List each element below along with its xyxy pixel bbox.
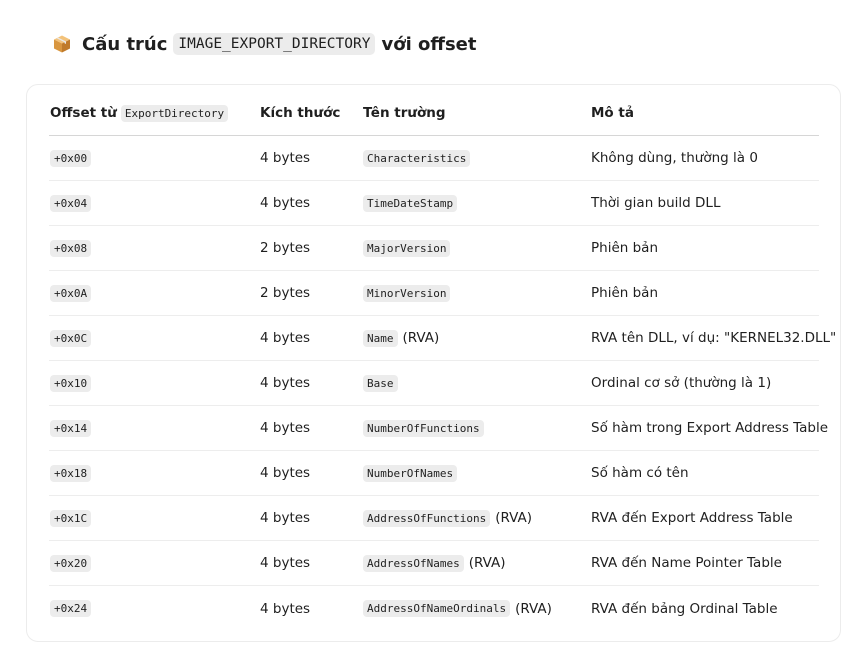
- field-cell: MajorVersion: [363, 226, 451, 270]
- header-description: Mô tả: [591, 105, 634, 121]
- offset-cell: +0x1C: [50, 496, 92, 540]
- package-icon: [54, 35, 70, 53]
- field-cell: Base: [363, 361, 398, 405]
- description-cell: RVA đến Name Pointer Table: [591, 555, 782, 571]
- field-name: NumberOfNames: [363, 464, 458, 482]
- description-cell: RVA đến bảng Ordinal Table: [591, 600, 778, 617]
- size-cell: 4 bytes: [260, 420, 311, 436]
- title-prefix: Cấu trúc: [82, 33, 168, 55]
- table-row: +0x24 4 bytes AddressOfNameOrdinals (RVA) RV…: [49, 586, 819, 631]
- offset-value: +0x0A: [50, 284, 92, 302]
- size-cell: 4 bytes: [260, 600, 311, 617]
- description-cell: RVA tên DLL, ví dụ: "KERNEL32.DLL": [591, 330, 837, 346]
- table-row: +0x1C 4 bytes AddressOfFunctions (RVA) RVA đ…: [49, 496, 819, 541]
- description-cell: Ordinal cơ sở (thường là 1): [591, 375, 772, 391]
- size-cell: 2 bytes: [260, 240, 311, 256]
- field-cell: MinorVersion: [363, 271, 451, 315]
- offset-cell: +0x0C: [50, 316, 92, 360]
- offset-cell: +0x08: [50, 226, 92, 270]
- field-name: TimeDateStamp: [363, 194, 458, 212]
- offset-cell: +0x18: [50, 451, 92, 495]
- description-cell: Số hàm có tên: [591, 465, 689, 481]
- description-cell: Số hàm trong Export Address Table: [591, 420, 829, 436]
- offset-value: +0x08: [50, 239, 92, 257]
- field-name: Characteristics: [363, 149, 471, 167]
- table-row: +0x0A 2 bytes MinorVersion Phiên bản: [49, 271, 819, 316]
- size-cell: 4 bytes: [260, 510, 311, 526]
- offset-value: +0x00: [50, 149, 92, 167]
- table-row: +0x18 4 bytes NumberOfNames Số hàm có tên: [49, 451, 819, 496]
- offset-value: +0x14: [50, 419, 92, 437]
- table-row: +0x0C 4 bytes Name (RVA) RVA tên DLL, ví dụ:…: [49, 316, 836, 361]
- size-cell: 4 bytes: [260, 555, 311, 571]
- description-cell: Phiên bản: [591, 285, 658, 301]
- field-suffix: (RVA): [402, 330, 440, 346]
- table-row: +0x14 4 bytes NumberOfFunctions Số hàm tron…: [49, 406, 828, 451]
- header-offset-label: Offset từ: [50, 105, 117, 121]
- field-name: MajorVersion: [363, 239, 451, 257]
- offset-value: +0x1C: [50, 509, 92, 527]
- field-name: Base: [363, 374, 398, 392]
- size-cell: 4 bytes: [260, 465, 311, 481]
- field-name: Name: [363, 329, 398, 347]
- field-cell: NumberOfNames: [363, 451, 458, 495]
- offset-cell: +0x0A: [50, 271, 92, 315]
- structure-table: Offset từ ExportDirectory Kích thước Tên…: [26, 84, 841, 642]
- field-cell: TimeDateStamp: [363, 181, 458, 225]
- field-name: NumberOfFunctions: [363, 419, 484, 437]
- field-name: MinorVersion: [363, 284, 451, 302]
- offset-value: +0x18: [50, 464, 92, 482]
- description-cell: Phiên bản: [591, 240, 658, 256]
- offset-cell: +0x14: [50, 406, 92, 450]
- table-row: +0x10 4 bytes Base Ordinal cơ sở (thường là…: [49, 361, 819, 406]
- header-offset: Offset từ ExportDirectory: [50, 91, 229, 135]
- table-row: +0x04 4 bytes TimeDateStamp Thời gian build…: [49, 181, 819, 226]
- header-field: Tên trường: [363, 105, 446, 121]
- field-cell: Characteristics: [363, 136, 471, 180]
- size-cell: 4 bytes: [260, 150, 311, 166]
- field-cell: AddressOfNameOrdinals (RVA): [363, 586, 552, 631]
- title-suffix: với offset: [381, 33, 477, 55]
- field-cell: Name (RVA): [363, 316, 439, 360]
- field-suffix: (RVA): [515, 600, 552, 617]
- table-row: +0x20 4 bytes AddressOfNames (RVA) RVA đến N…: [49, 541, 819, 586]
- field-suffix: (RVA): [468, 555, 506, 571]
- offset-value: +0x20: [50, 554, 92, 572]
- field-name: AddressOfNames: [363, 554, 464, 572]
- size-cell: 4 bytes: [260, 330, 311, 346]
- offset-value: +0x24: [50, 600, 92, 617]
- offset-value: +0x10: [50, 374, 92, 392]
- size-cell: 4 bytes: [260, 375, 311, 391]
- offset-value: +0x04: [50, 194, 92, 212]
- table-row: +0x08 2 bytes MajorVersion Phiên bản: [49, 226, 819, 271]
- table-row: +0x00 4 bytes Characteristics Không dùng, t…: [49, 136, 819, 181]
- description-cell: Không dùng, thường là 0: [591, 150, 758, 166]
- offset-cell: +0x04: [50, 181, 92, 225]
- field-name: AddressOfFunctions: [363, 509, 491, 527]
- offset-cell: +0x24: [50, 586, 92, 631]
- offset-cell: +0x00: [50, 136, 92, 180]
- page-title: Cấu trúc IMAGE_EXPORT_DIRECTORY với offs…: [52, 29, 476, 59]
- title-code: IMAGE_EXPORT_DIRECTORY: [173, 33, 376, 55]
- field-cell: AddressOfNames (RVA): [363, 541, 506, 585]
- size-cell: 2 bytes: [260, 285, 311, 301]
- field-cell: NumberOfFunctions: [363, 406, 484, 450]
- offset-value: +0x0C: [50, 329, 92, 347]
- header-offset-code: ExportDirectory: [120, 104, 229, 122]
- field-name: AddressOfNameOrdinals: [363, 600, 511, 617]
- size-cell: 4 bytes: [260, 195, 311, 211]
- offset-cell: +0x20: [50, 541, 92, 585]
- field-cell: AddressOfFunctions (RVA): [363, 496, 532, 540]
- table-header-row: Offset từ ExportDirectory Kích thước Tên…: [49, 91, 819, 136]
- header-size: Kích thước: [260, 105, 341, 121]
- offset-cell: +0x10: [50, 361, 92, 405]
- description-cell: RVA đến Export Address Table: [591, 510, 793, 526]
- field-suffix: (RVA): [495, 510, 533, 526]
- description-cell: Thời gian build DLL: [591, 195, 721, 211]
